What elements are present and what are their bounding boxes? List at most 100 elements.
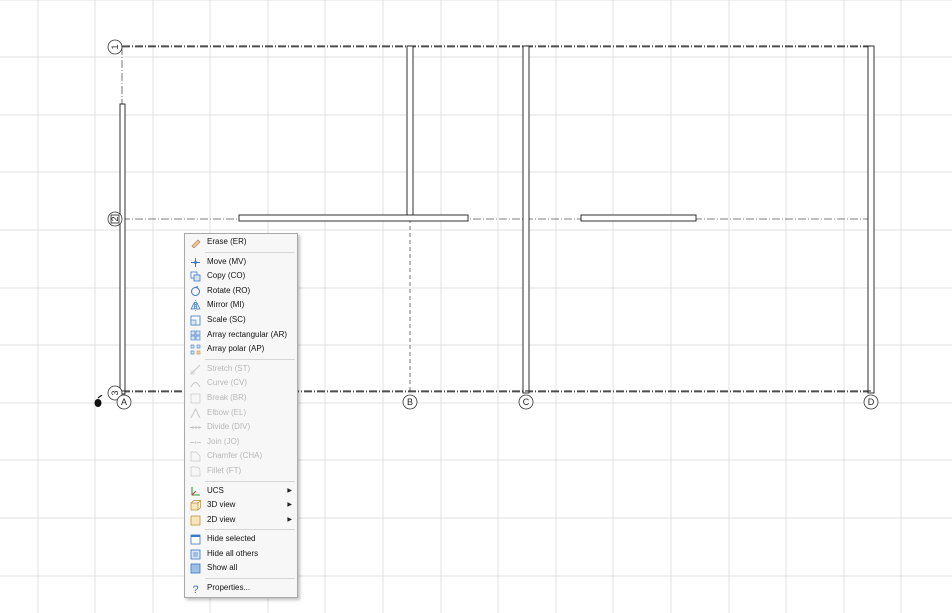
menu-item-properties[interactable]: ? Properties... <box>185 581 297 596</box>
drawing-canvas[interactable]: 1 2 3 A B C D <box>0 0 952 613</box>
menu-item-label: Chamfer (CHA) <box>207 451 263 461</box>
menu-separator <box>205 358 295 360</box>
menu-item-mirror[interactable]: Mirror (MI) <box>185 298 297 313</box>
axis-label-1: 1 <box>110 44 120 49</box>
menu-item-2d-view[interactable]: 2D view ▶ <box>185 513 297 528</box>
menu-item-scale[interactable]: Scale (SC) <box>185 313 297 328</box>
menu-item-label: UCS <box>207 485 224 495</box>
show-all-icon <box>190 563 201 574</box>
break-icon <box>190 393 201 404</box>
menu-item-label: Curve (CV) <box>207 378 248 388</box>
rotate-icon <box>190 285 201 297</box>
menu-item-label: Elbow (EL) <box>207 407 247 417</box>
submenu-arrow-icon: ▶ <box>287 487 292 494</box>
menu-separator <box>205 251 295 253</box>
menu-item-label: Hide selected <box>207 534 256 544</box>
menu-item-show-all[interactable]: Show all <box>185 561 297 576</box>
menu-item-label: 2D view <box>207 514 236 524</box>
fillet-icon <box>190 466 201 477</box>
axis-bubble-1: 1 <box>107 39 123 55</box>
hide-selected-icon <box>190 534 201 545</box>
menu-item-label: Fillet (FT) <box>207 465 242 475</box>
menu-item-label: Divide (DIV) <box>207 422 251 432</box>
menu-item-label: Break (BR) <box>207 392 247 402</box>
menu-item-copy[interactable]: Copy (CO) <box>185 269 297 284</box>
axis-label-D: D <box>868 397 875 407</box>
eraser-icon <box>190 237 201 249</box>
menu-item-fillet: Fillet (FT) <box>185 464 297 479</box>
menu-separator <box>205 529 295 531</box>
scale-icon <box>190 315 201 326</box>
array-rectangular-icon <box>190 330 201 341</box>
menu-item-label: Mirror (MI) <box>207 300 245 310</box>
wall-D[interactable] <box>867 45 875 394</box>
array-polar-icon <box>190 344 201 355</box>
menu-item-erase[interactable]: Erase (ER) <box>185 235 297 250</box>
menu-item-break: Break (BR) <box>185 391 297 406</box>
copy-icon <box>190 271 201 282</box>
menu-item-label: Erase (ER) <box>207 237 247 246</box>
menu-item-curve: Curve (CV) <box>185 376 297 391</box>
axis-label-A: A <box>121 397 127 407</box>
divide-icon <box>190 422 201 433</box>
menu-item-label: Rotate (RO) <box>207 285 251 295</box>
context-menu[interactable]: Erase (ER) Move (MV) Copy (CO) Rotate (RO) M… <box>184 233 298 598</box>
menu-item-ucs[interactable]: UCS ▶ <box>185 484 297 499</box>
menu-item-3d-view[interactable]: 3D view ▶ <box>185 498 297 513</box>
menu-item-label: Move (MV) <box>207 256 247 266</box>
move-icon <box>190 257 201 268</box>
3d-view-icon <box>190 500 202 511</box>
hide-others-icon <box>190 549 201 560</box>
floor-plan-drawing[interactable]: 1 2 3 A B C D <box>0 0 952 613</box>
menu-item-stretch: Stretch (ST) <box>185 362 297 377</box>
submenu-arrow-icon: ▶ <box>287 502 292 509</box>
menu-item-label: Stretch (ST) <box>207 363 251 373</box>
elbow-icon <box>190 407 201 419</box>
menu-item-label: Properties... <box>207 583 251 593</box>
axis-label-3: 3 <box>110 390 120 395</box>
help-icon: ? <box>190 583 201 596</box>
axis-bubble-2: 2 <box>107 211 123 227</box>
menu-item-label: Array polar (AP) <box>207 344 265 354</box>
menu-item-hide-all-others[interactable]: Hide all others <box>185 547 297 562</box>
menu-separator <box>205 480 295 482</box>
axis-label-B: B <box>407 397 413 407</box>
wall-axis2-mid[interactable] <box>238 214 469 222</box>
axis-label-2: 2 <box>110 216 120 221</box>
background-grid <box>0 0 952 613</box>
menu-item-label: 3D view <box>207 500 236 510</box>
menu-item-divide: Divide (DIV) <box>185 420 297 435</box>
menu-item-move[interactable]: Move (MV) <box>185 255 297 270</box>
2d-view-icon <box>190 515 201 526</box>
menu-item-hide-selected[interactable]: Hide selected <box>185 532 297 547</box>
wall-C[interactable] <box>522 45 530 394</box>
wall-axis2-right[interactable] <box>580 214 697 222</box>
menu-item-rotate[interactable]: Rotate (RO) <box>185 284 297 299</box>
axis-label-C: C <box>523 397 530 407</box>
menu-item-label: Hide all others <box>207 548 259 558</box>
axis-bubble-C: C <box>518 394 534 410</box>
menu-item-label: Scale (SC) <box>207 314 246 324</box>
axis-bubble-D: D <box>863 394 879 410</box>
menu-item-array-polar[interactable]: Array polar (AP) <box>185 342 297 357</box>
wall-left-A[interactable] <box>119 103 126 395</box>
svg-text:?: ? <box>192 584 198 594</box>
submenu-arrow-icon: ▶ <box>287 516 292 523</box>
axis-bubble-B: B <box>402 394 418 410</box>
menu-item-label: Join (JO) <box>207 436 240 446</box>
wall-B-upper[interactable] <box>406 45 414 217</box>
menu-item-array-rectangular[interactable]: Array rectangular (AR) <box>185 328 297 343</box>
menu-item-label: Copy (CO) <box>207 271 246 281</box>
menu-item-elbow: Elbow (EL) <box>185 406 297 421</box>
menu-item-chamfer: Chamfer (CHA) <box>185 449 297 464</box>
ucs-icon <box>190 486 201 497</box>
menu-item-label: Show all <box>207 563 238 573</box>
menu-item-label: Array rectangular (AR) <box>207 329 288 339</box>
mirror-icon <box>190 300 201 312</box>
menu-separator <box>205 578 295 580</box>
stretch-icon <box>190 364 201 375</box>
join-icon <box>190 437 201 448</box>
menu-item-join: Join (JO) <box>185 435 297 450</box>
curve-icon <box>190 378 201 389</box>
axis-bubble-A: A <box>116 394 132 410</box>
